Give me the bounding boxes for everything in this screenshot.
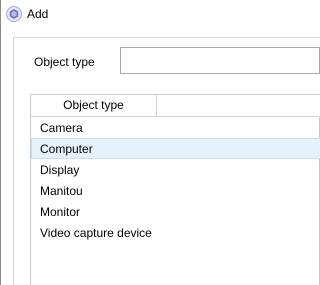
list-item[interactable]: Display [31,159,320,180]
list-body: Camera Computer Display Manitou Monitor … [31,117,320,243]
list-item[interactable]: Video capture device [31,222,320,243]
object-type-input[interactable] [120,47,320,74]
list-item-selected[interactable]: Computer [31,138,320,159]
window-title: Add [27,7,49,21]
add-dialog-window: Add Object type Object type Camera Compu… [0,0,320,285]
list-item[interactable]: Manitou [31,180,320,201]
hexagon-app-icon [6,6,22,22]
list-header: Object type [31,95,320,117]
object-type-list[interactable]: Object type Camera Computer Display Mani… [30,94,320,285]
column-header-object-type[interactable]: Object type [31,95,157,116]
list-item[interactable]: Monitor [31,201,320,222]
list-item[interactable]: Camera [31,117,320,138]
title-bar: Add [1,0,311,29]
object-type-label: Object type [34,55,95,69]
